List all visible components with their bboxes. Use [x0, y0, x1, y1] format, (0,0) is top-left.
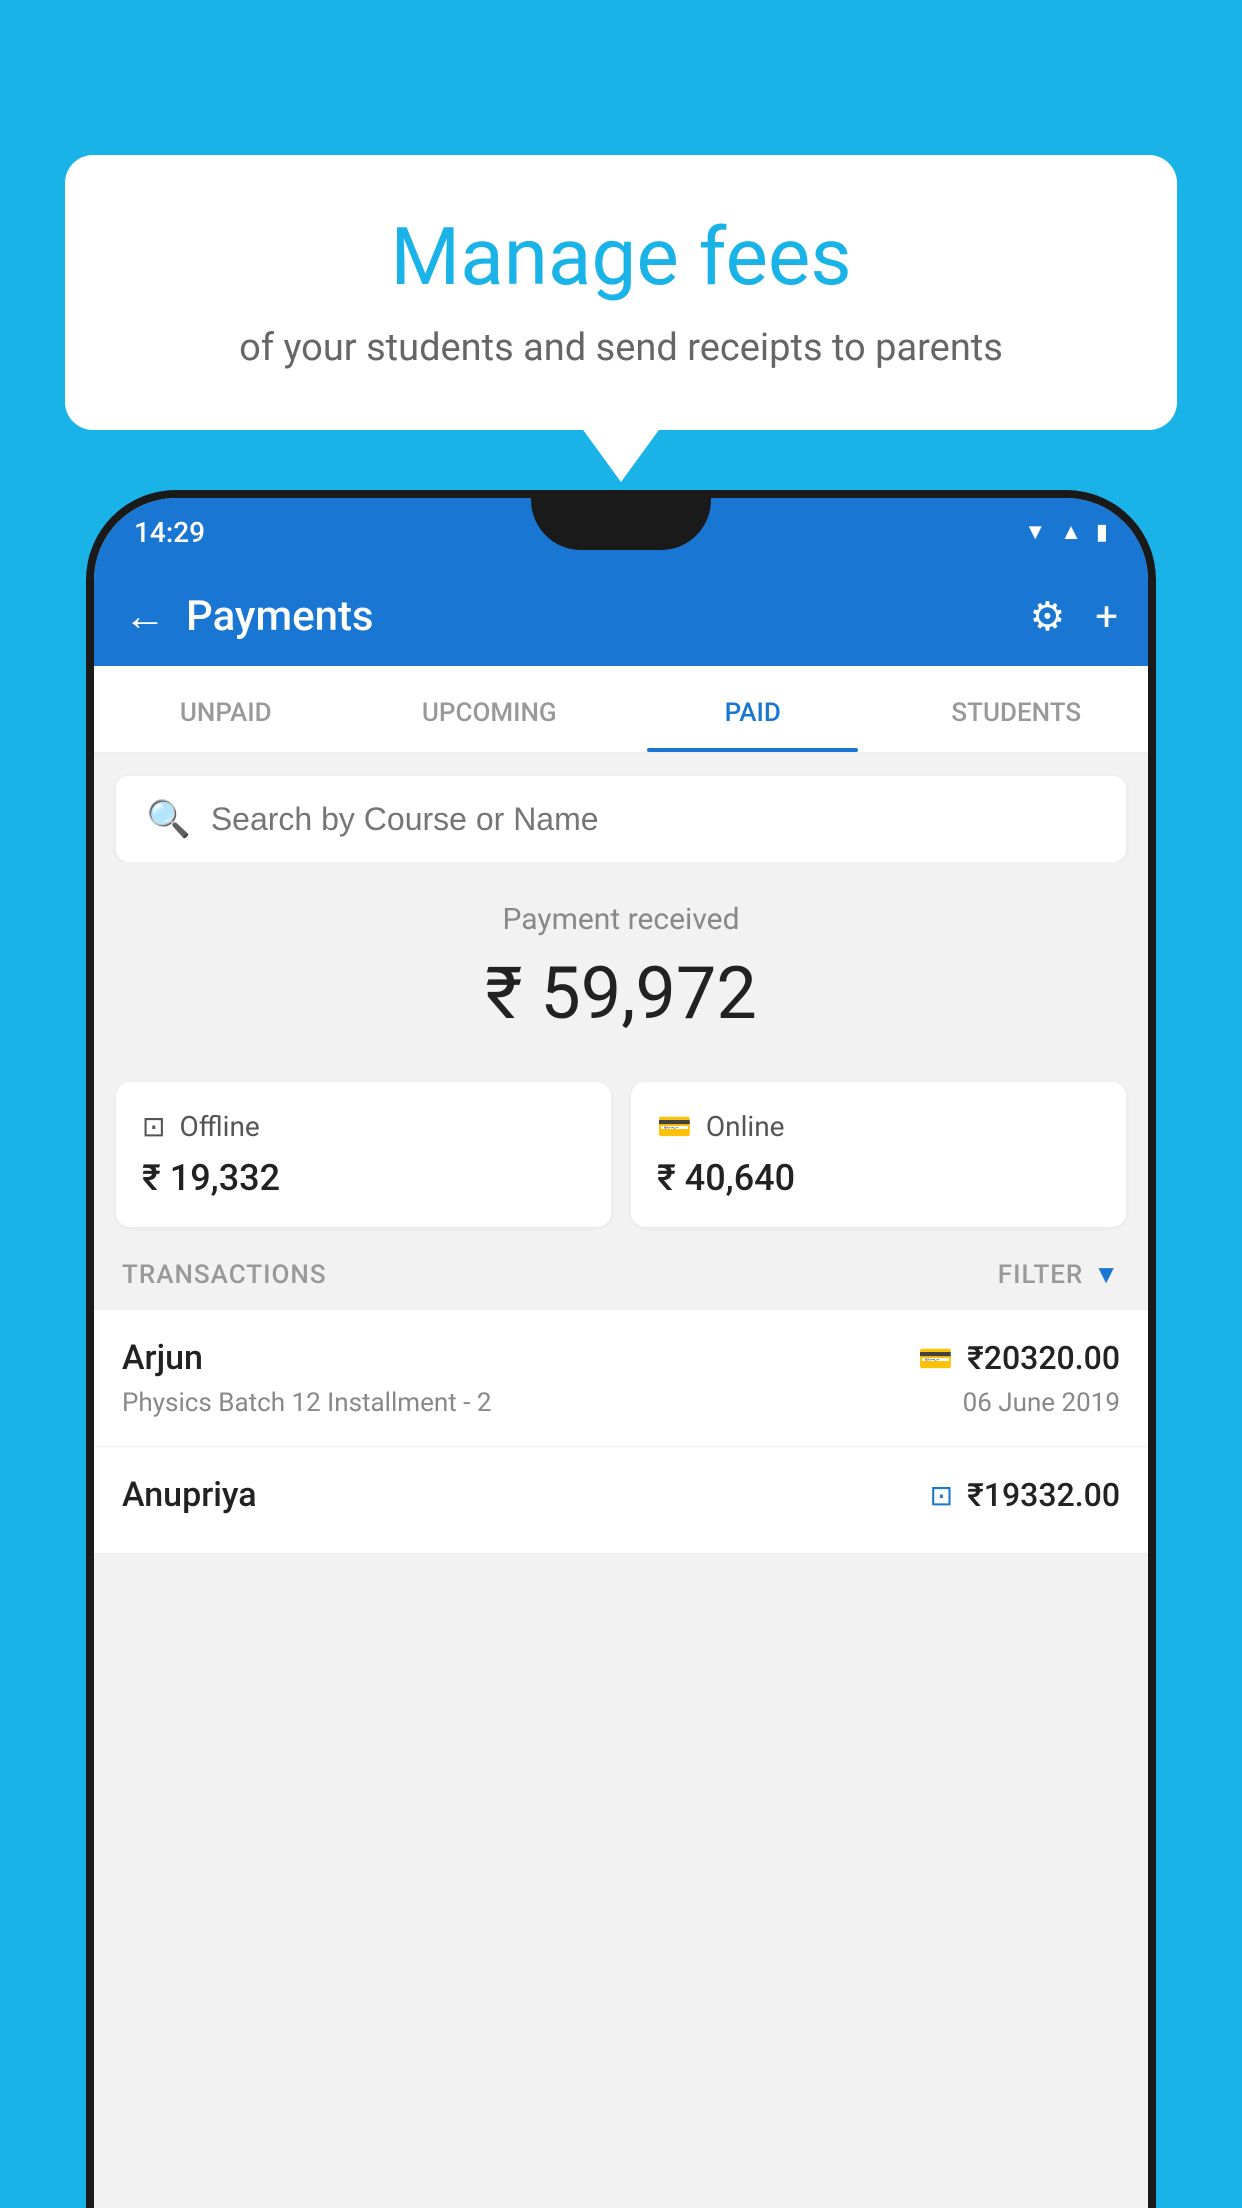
status-time: 14:29	[134, 516, 205, 549]
payment-type-icon-2: ⊡	[930, 1479, 953, 1512]
student-name-2: Anupriya	[122, 1475, 257, 1515]
app-title: Payments	[186, 592, 1029, 641]
search-container[interactable]: 🔍	[116, 776, 1126, 862]
battery-icon: ▮	[1096, 520, 1108, 545]
online-card-header: 💳 Online	[657, 1110, 1100, 1143]
payment-cards-row: ⊡ Offline ₹ 19,332 💳 Online ₹ 40,640	[116, 1082, 1126, 1227]
course-info-1: Physics Batch 12 Installment - 2	[122, 1388, 491, 1418]
payment-amount: ₹ 59,972	[124, 951, 1118, 1036]
filter-label: FILTER	[998, 1260, 1083, 1290]
transaction-amount-2: ₹19332.00	[967, 1476, 1120, 1514]
transactions-header: TRANSACTIONS FILTER ▼	[94, 1227, 1148, 1310]
table-row[interactable]: Anupriya ⊡ ₹19332.00	[94, 1447, 1148, 1554]
bubble-subtitle: of your students and send receipts to pa…	[125, 326, 1117, 370]
tab-paid[interactable]: PAID	[621, 666, 885, 752]
transaction-date-1: 06 June 2019	[963, 1388, 1120, 1418]
transaction-bottom-1: Physics Batch 12 Installment - 2 06 June…	[122, 1388, 1120, 1418]
amount-wrap-1: 💳 ₹20320.00	[918, 1339, 1120, 1377]
table-row[interactable]: Arjun 💳 ₹20320.00 Physics Batch 12 Insta…	[94, 1310, 1148, 1447]
transaction-amount-1: ₹20320.00	[967, 1339, 1120, 1377]
add-icon[interactable]: +	[1095, 593, 1118, 640]
offline-amount: ₹ 19,332	[142, 1157, 585, 1199]
back-button[interactable]: ←	[124, 592, 166, 641]
phone-inner: 14:29 ▼ ▲ ▮ ← Payments ⚙ + UNPAID UPCOMI…	[94, 498, 1148, 2208]
student-name-1: Arjun	[122, 1338, 203, 1378]
offline-icon: ⊡	[142, 1110, 165, 1143]
phone-notch	[531, 498, 711, 550]
tabs-container: UNPAID UPCOMING PAID STUDENTS	[94, 666, 1148, 754]
offline-card-header: ⊡ Offline	[142, 1110, 585, 1143]
speech-bubble: Manage fees of your students and send re…	[65, 155, 1177, 430]
tab-upcoming[interactable]: UPCOMING	[358, 666, 622, 752]
payment-received-label: Payment received	[124, 902, 1118, 937]
tab-students[interactable]: STUDENTS	[885, 666, 1149, 752]
phone-frame: 14:29 ▼ ▲ ▮ ← Payments ⚙ + UNPAID UPCOMI…	[86, 490, 1156, 2208]
payment-type-icon-1: 💳	[918, 1342, 953, 1375]
payment-received-section: Payment received ₹ 59,972	[94, 862, 1148, 1066]
transaction-top-1: Arjun 💳 ₹20320.00	[122, 1338, 1120, 1378]
search-input[interactable]	[211, 801, 1096, 838]
online-icon: 💳	[657, 1110, 692, 1143]
content-area: 🔍 Payment received ₹ 59,972 ⊡ Offline ₹ …	[94, 776, 1148, 1554]
signal-icon: ▲	[1060, 519, 1082, 545]
offline-payment-card: ⊡ Offline ₹ 19,332	[116, 1082, 611, 1227]
bubble-title: Manage fees	[125, 210, 1117, 304]
filter-icon: ▼	[1093, 1259, 1120, 1290]
online-payment-card: 💳 Online ₹ 40,640	[631, 1082, 1126, 1227]
filter-button[interactable]: FILTER ▼	[998, 1259, 1120, 1290]
search-icon: 🔍	[146, 798, 191, 840]
status-icons: ▼ ▲ ▮	[1024, 519, 1108, 545]
transaction-top-2: Anupriya ⊡ ₹19332.00	[122, 1475, 1120, 1515]
transactions-label: TRANSACTIONS	[122, 1260, 327, 1290]
tab-unpaid[interactable]: UNPAID	[94, 666, 358, 752]
wifi-icon: ▼	[1024, 519, 1046, 545]
online-amount: ₹ 40,640	[657, 1157, 1100, 1199]
speech-bubble-container: Manage fees of your students and send re…	[65, 155, 1177, 430]
online-label: Online	[706, 1110, 785, 1143]
app-bar-actions: ⚙ +	[1029, 593, 1118, 640]
app-bar: ← Payments ⚙ +	[94, 566, 1148, 666]
offline-label: Offline	[179, 1110, 259, 1143]
settings-icon[interactable]: ⚙	[1029, 593, 1065, 640]
amount-wrap-2: ⊡ ₹19332.00	[930, 1476, 1120, 1514]
